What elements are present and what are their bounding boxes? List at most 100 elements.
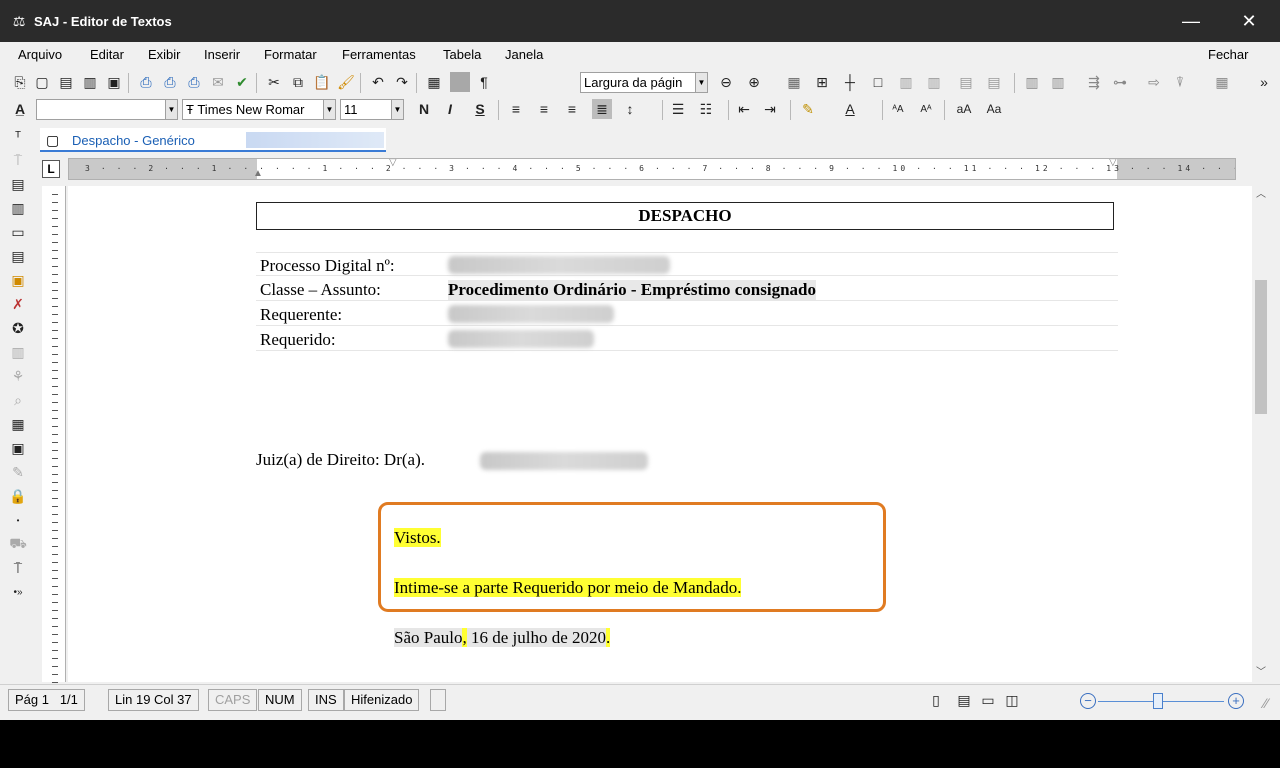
save-icon[interactable]: ▣	[104, 72, 124, 92]
font-name-select[interactable]: Ŧ Times New Romar ▼	[182, 99, 336, 120]
template-icon[interactable]: ▣	[8, 438, 28, 458]
menu-tabela[interactable]: Tabela	[443, 47, 481, 62]
tab-stop-selector[interactable]: L	[42, 160, 60, 178]
lock-icon[interactable]: 🔒	[8, 486, 28, 506]
minimize-button[interactable]: —	[1168, 0, 1214, 42]
insert-column-icon[interactable]: ▥	[1022, 72, 1042, 92]
print-icon[interactable]: ⎙	[136, 72, 156, 92]
table-inner-icon[interactable]: ┼	[840, 72, 860, 92]
search-doc-icon[interactable]: ⌕	[8, 390, 28, 410]
change-case-icon[interactable]: Aa	[984, 99, 1004, 119]
filter-icon[interactable]: ⍒	[1170, 72, 1190, 92]
font-color-icon[interactable]: A	[840, 99, 860, 119]
delete-column-icon[interactable]: ▥	[1048, 72, 1068, 92]
menu-editar[interactable]: Editar	[90, 47, 124, 62]
line-spacing-icon[interactable]: ↕	[620, 99, 640, 119]
redo-icon[interactable]: ↷	[392, 72, 412, 92]
menu-ferramentas[interactable]: Ferramentas	[342, 47, 416, 62]
align-justify-icon[interactable]: ≣	[592, 99, 612, 119]
clear-format-icon[interactable]: ᵀ	[8, 126, 28, 146]
bullet-small-icon[interactable]: •	[8, 510, 28, 530]
highlight-color-icon[interactable]: ✎	[798, 99, 818, 119]
insert-table-icon[interactable]: ▦	[424, 72, 444, 92]
menu-fechar[interactable]: Fechar	[1208, 47, 1248, 62]
calendar-icon[interactable]: ▦	[8, 414, 28, 434]
print-preview-icon[interactable]: ⎙	[160, 72, 180, 92]
spellcheck-icon[interactable]: ✔	[232, 72, 252, 92]
style-icon[interactable]: A̲	[10, 99, 30, 119]
table-outer-icon[interactable]: □	[868, 72, 888, 92]
menu-arquivo[interactable]: Arquivo	[18, 47, 62, 62]
format-painter-icon[interactable]: 🖌	[336, 72, 356, 92]
style-select[interactable]: ▼	[36, 99, 178, 120]
cut-icon[interactable]: ✂	[264, 72, 284, 92]
undo-icon[interactable]: ↶	[368, 72, 388, 92]
zoom-out-icon[interactable]: ⊖	[716, 72, 736, 92]
field-icon[interactable]: ⇶	[1084, 72, 1104, 92]
italic-button[interactable]: I	[440, 99, 460, 119]
align-right-icon[interactable]: ≡	[562, 99, 582, 119]
zoom-in-button[interactable]: +	[1228, 693, 1244, 709]
paste-icon[interactable]: 📋	[312, 72, 332, 92]
bullet-list-icon[interactable]: ☰	[668, 99, 688, 119]
zoom-out-button[interactable]: −	[1080, 693, 1096, 709]
export-icon[interactable]: ⇨	[1144, 72, 1164, 92]
outdent-icon[interactable]: ⇤	[734, 99, 754, 119]
scroll-up-icon[interactable]: ︿	[1252, 186, 1270, 204]
more-tools-icon[interactable]: •»	[8, 582, 28, 602]
view-two-pages-icon[interactable]: ◫	[1002, 690, 1022, 710]
notes-icon[interactable]: ▤	[8, 246, 28, 266]
document-list-icon[interactable]: ▥	[8, 198, 28, 218]
grow-font-icon[interactable]: ᴬA	[888, 99, 908, 119]
merge-cells-icon[interactable]: ▥	[896, 72, 916, 92]
zoom-select[interactable]: Largura da págin ▼	[580, 72, 708, 93]
shrink-font-icon[interactable]: Aᴬ	[916, 99, 936, 119]
award-icon[interactable]: ✪	[8, 318, 28, 338]
shading-icon[interactable]	[450, 72, 470, 92]
insert-field-icon[interactable]: ▤	[8, 174, 28, 194]
tab-despacho[interactable]: ▢ Despacho - Genérico	[40, 128, 386, 152]
left-indent-marker-icon[interactable]: ▲	[253, 168, 263, 179]
zoom-in-icon[interactable]: ⊕	[744, 72, 764, 92]
vehicle-icon[interactable]: ⛟	[8, 534, 28, 554]
email-icon[interactable]: ✉	[208, 72, 228, 92]
new-document-icon[interactable]: ▢	[32, 72, 52, 92]
view-page-icon[interactable]: ▤	[954, 690, 974, 710]
vertical-scrollbar[interactable]: ︿ ﹀	[1252, 186, 1270, 682]
scrollbar-thumb[interactable]	[1255, 280, 1267, 414]
print-setup-icon[interactable]: ⎙	[184, 72, 204, 92]
sign-icon[interactable]: ▣	[8, 270, 28, 290]
right-indent-marker-icon[interactable]: ▽	[1109, 159, 1117, 168]
tree-icon[interactable]: ⊶	[1110, 72, 1130, 92]
menu-janela[interactable]: Janela	[505, 47, 543, 62]
split-cells-icon[interactable]: ▥	[924, 72, 944, 92]
numbered-list-icon[interactable]: ☷	[696, 99, 716, 119]
resize-grip-icon[interactable]: ⁄⁄	[1256, 693, 1276, 713]
zoom-slider-thumb[interactable]	[1153, 693, 1163, 709]
close-window-button[interactable]: ✕	[1226, 0, 1272, 42]
view-draft-icon[interactable]: ▯	[926, 690, 946, 710]
document-page[interactable]: DESPACHO Processo Digital nº: Classe – A…	[68, 186, 1252, 682]
menu-formatar[interactable]: Formatar	[264, 47, 317, 62]
scroll-down-icon[interactable]: ﹀	[1252, 664, 1270, 682]
menu-exibir[interactable]: Exibir	[148, 47, 181, 62]
remove-field-icon[interactable]: ✗	[8, 294, 28, 314]
indent-icon[interactable]: ⇥	[760, 99, 780, 119]
table-borders-icon[interactable]: ▦	[784, 72, 804, 92]
align-left-icon[interactable]: ≡	[506, 99, 526, 119]
delete-row-icon[interactable]: ▤	[984, 72, 1004, 92]
align-center-icon[interactable]: ≡	[534, 99, 554, 119]
show-marks-icon[interactable]: ¶	[474, 72, 494, 92]
open-folder-icon[interactable]: ▤	[56, 72, 76, 92]
new-from-model-icon[interactable]: ⎘	[10, 72, 30, 92]
paint-roller-icon[interactable]: ⍑	[8, 558, 28, 578]
edit-disabled-icon[interactable]: ✎	[8, 462, 28, 482]
horizontal-ruler[interactable]: 3 · · · 2 · · · 1 · · · · · · 1 · · · 2 …	[68, 158, 1236, 180]
first-line-indent-marker-icon[interactable]: ▽	[389, 159, 397, 168]
underline-button[interactable]: S	[470, 99, 490, 119]
open-recent-icon[interactable]: ▥	[80, 72, 100, 92]
menu-inserir[interactable]: Inserir	[204, 47, 240, 62]
font-size-select[interactable]: 11 ▼	[340, 99, 404, 120]
stamp-icon[interactable]: ⚘	[8, 366, 28, 386]
insert-row-icon[interactable]: ▤	[956, 72, 976, 92]
